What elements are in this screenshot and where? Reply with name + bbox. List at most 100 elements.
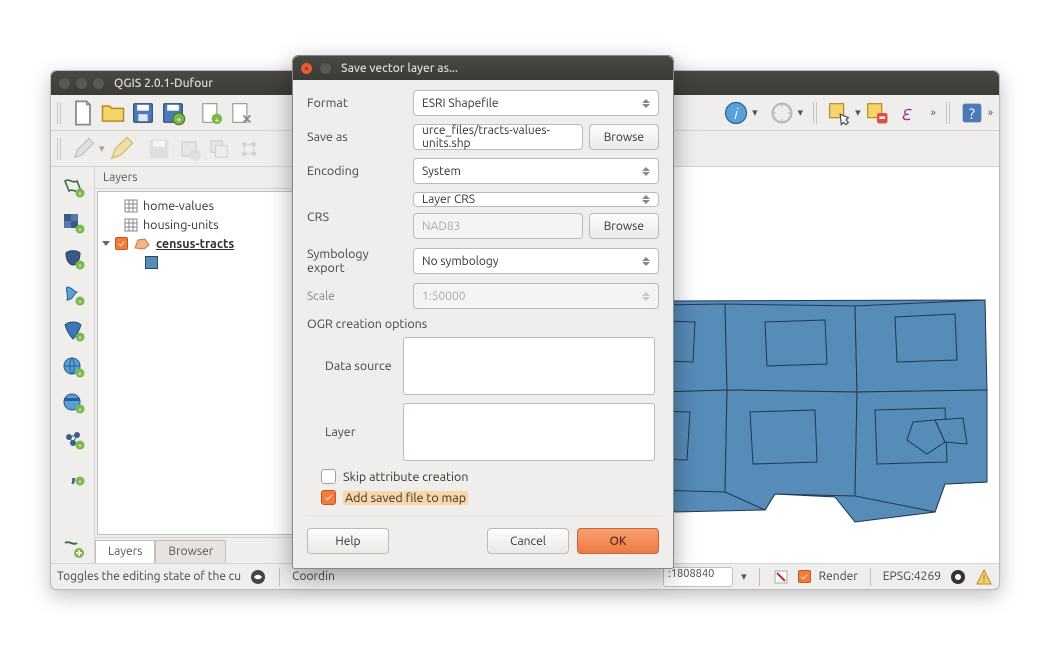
svg-text:+: + [78, 406, 82, 414]
crs-mode-combo[interactable]: Layer CRS [413, 192, 659, 207]
add-vector-layer-icon[interactable]: + [59, 173, 87, 201]
dialog-titlebar[interactable]: × Save vector layer as... [293, 56, 673, 80]
skip-attr-checkbox[interactable] [321, 469, 336, 484]
layer-item-housing-units[interactable]: housing-units [98, 215, 321, 234]
pencil-icon[interactable] [107, 135, 135, 163]
new-shapefile-icon[interactable] [59, 535, 87, 563]
polygon-icon [133, 237, 151, 251]
move-feature-icon[interactable] [205, 135, 233, 163]
add-spatialite-layer-icon[interactable]: + [59, 281, 87, 309]
identify-icon[interactable]: i [722, 99, 750, 127]
new-project-icon[interactable] [69, 99, 97, 127]
status-message: Toggles the editing state of the cu [57, 570, 241, 583]
add-postgis-layer-icon[interactable]: + [59, 245, 87, 273]
messages-icon[interactable]: ! [975, 568, 993, 586]
svg-text:+: + [78, 190, 82, 198]
browse-crs-button[interactable]: Browse [589, 213, 659, 239]
render-label: Render [819, 570, 858, 583]
datasource-textarea[interactable] [403, 337, 655, 395]
window-close-btn[interactable] [59, 78, 70, 89]
coordinate-label: Coordin [292, 570, 335, 583]
new-print-composer-icon[interactable]: + [197, 99, 225, 127]
window-min-btn[interactable] [76, 78, 87, 89]
svg-text:+: + [78, 334, 82, 342]
expression-select-icon[interactable]: ε [893, 99, 921, 127]
dropdown-icon[interactable]: ▾ [752, 106, 758, 119]
svg-text:+: + [78, 298, 82, 306]
layer-tree[interactable]: home-values housing-units census-tracts [97, 191, 322, 535]
dialog-title: Save vector layer as... [341, 62, 458, 75]
format-combo[interactable]: ESRI Shapefile [413, 90, 659, 116]
add-to-map-label: Add saved file to map [343, 491, 468, 505]
dialog-close-icon[interactable]: × [301, 63, 312, 74]
add-wcs-layer-icon[interactable]: + [59, 389, 87, 417]
layers-panel: Layers ▣ home-values housing-units censu… [95, 167, 325, 563]
composer-manager-icon[interactable] [227, 99, 255, 127]
svg-text:,: , [71, 463, 76, 485]
encoding-combo[interactable]: System [413, 158, 659, 184]
svg-text:+: + [78, 442, 82, 450]
select-single-icon[interactable] [825, 99, 853, 127]
toggle-extents-icon[interactable] [249, 568, 267, 586]
layer-item-census-tracts[interactable]: census-tracts [98, 234, 321, 253]
svg-text:?: ? [969, 104, 975, 121]
dropdown-icon[interactable]: ▾ [99, 142, 105, 155]
measure-icon[interactable] [768, 99, 796, 127]
add-feature-icon[interactable] [175, 135, 203, 163]
save-as-icon[interactable]: + [159, 99, 187, 127]
add-wms-layer-icon[interactable]: + [59, 353, 87, 381]
add-wfs-layer-icon[interactable]: + [59, 425, 87, 453]
symbology-combo[interactable]: No symbology [413, 248, 659, 274]
dropdown-icon[interactable]: ▾ [798, 106, 804, 119]
polygon-symbol-swatch [145, 256, 158, 269]
expand-icon[interactable] [102, 241, 110, 246]
layer-textarea[interactable] [403, 403, 655, 461]
layer-visibility-checkbox[interactable] [115, 237, 128, 250]
format-label: Format [307, 96, 407, 110]
render-checkbox[interactable] [798, 570, 811, 583]
help-icon[interactable]: ? [958, 99, 986, 127]
skip-attr-label: Skip attribute creation [343, 470, 468, 484]
table-icon [124, 199, 138, 213]
add-mssql-layer-icon[interactable]: + [59, 317, 87, 345]
add-to-map-checkbox[interactable] [321, 490, 336, 505]
dialog-min-icon[interactable] [320, 63, 331, 74]
save-project-icon[interactable] [129, 99, 157, 127]
edit-toggle-icon[interactable] [69, 135, 97, 163]
dropdown-icon[interactable]: ▾ [741, 570, 747, 583]
open-project-icon[interactable] [99, 99, 127, 127]
scale-label: Scale [307, 290, 407, 303]
ok-button[interactable]: OK [577, 528, 659, 554]
stop-render-icon[interactable] [772, 568, 790, 586]
help-button[interactable]: Help [307, 528, 389, 554]
crs-label: CRS [307, 192, 407, 224]
overflow-icon[interactable]: » [931, 107, 936, 119]
overflow-icon[interactable]: » [988, 107, 993, 119]
add-raster-layer-icon[interactable]: + [59, 209, 87, 237]
layer-opts-label: Layer [325, 425, 397, 439]
table-icon [124, 218, 138, 232]
saveas-label: Save as [307, 130, 407, 144]
scale-input[interactable]: :1808840 [663, 567, 733, 587]
crs-status-icon[interactable] [949, 568, 967, 586]
window-max-btn[interactable] [93, 78, 104, 89]
left-dock: + + + + + + + + ,+ [51, 167, 95, 563]
add-delimited-text-icon[interactable]: ,+ [59, 461, 87, 489]
tab-browser[interactable]: Browser [155, 540, 226, 563]
browse-saveas-button[interactable]: Browse [589, 124, 659, 150]
ogr-group-label: OGR creation options [307, 317, 659, 331]
node-tool-icon[interactable] [235, 135, 263, 163]
svg-text:+: + [78, 262, 82, 270]
toolbar-handle[interactable] [57, 102, 63, 124]
save-edits-icon[interactable] [145, 135, 173, 163]
cancel-button[interactable]: Cancel [487, 528, 569, 554]
crs-input: NAD83 [413, 213, 583, 239]
layer-item-home-values[interactable]: home-values [98, 196, 321, 215]
deselect-icon[interactable] [863, 99, 891, 127]
saveas-input[interactable]: urce_files/tracts-values-units.shp [413, 124, 583, 150]
tab-layers[interactable]: Layers [95, 540, 155, 563]
datasource-label: Data source [325, 359, 397, 373]
save-vector-dialog: × Save vector layer as... Format ESRI Sh… [292, 55, 674, 569]
symbology-label: Symbology export [307, 247, 407, 275]
dropdown-icon[interactable]: ▾ [855, 106, 861, 119]
